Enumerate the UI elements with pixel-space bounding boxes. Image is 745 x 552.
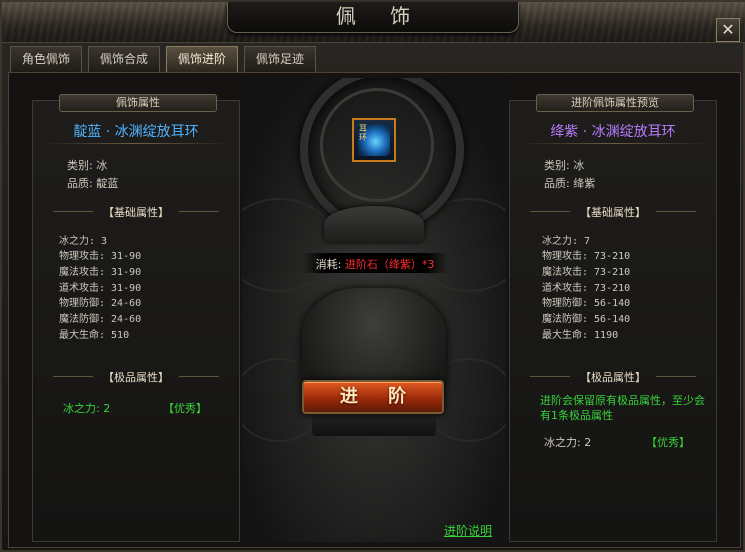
extreme-attr-header: 【极品属性】 xyxy=(33,369,239,385)
extreme-attr-header: 【极品属性】 xyxy=(510,369,716,385)
item-type: 类别: 冰 xyxy=(544,159,585,172)
cost-label: 消耗: xyxy=(315,258,342,271)
tab-accessory-footprint[interactable]: 佩饰足迹 xyxy=(244,46,316,72)
advanced-accessory-panel: 进阶佩饰属性预览 绛紫 · 冰渊绽放耳环 类别: 冰 品质: 绛紫 【基础属性】… xyxy=(509,94,717,542)
dragon-carving-left xyxy=(242,198,336,292)
urn-lid xyxy=(324,206,424,242)
item-slot[interactable]: 耳环 xyxy=(352,118,396,162)
tab-character-accessory[interactable]: 角色佩饰 xyxy=(10,46,82,72)
close-button[interactable]: ✕ xyxy=(716,18,740,42)
advance-button[interactable]: 进 阶 xyxy=(302,380,444,414)
basic-attr-header: 【基础属性】 xyxy=(33,204,239,220)
accessory-window: 佩 饰 ✕ 角色佩饰 佩饰合成 佩饰进阶 佩饰足迹 耳环 消耗: 进阶石（绛紫）… xyxy=(0,0,745,552)
item-quality: 品质: 绛紫 xyxy=(544,177,596,190)
item-type: 类别: 冰 xyxy=(67,159,108,172)
basic-attr-row: 冰之力: 7 xyxy=(542,236,591,247)
extreme-attr: 冰之力: 2 xyxy=(544,436,592,449)
basic-attr-row: 道术攻击: 73-210 xyxy=(542,283,631,294)
basic-attr-row: 魔法防御: 24-60 xyxy=(59,314,142,325)
item-icon-text: 耳环 xyxy=(359,124,367,142)
basic-attr-row: 道术攻击: 31-90 xyxy=(59,283,142,294)
basic-attr-row: 最大生命: 1190 xyxy=(542,330,619,341)
title-bar: 佩 饰 xyxy=(2,2,745,43)
current-accessory-panel: 佩饰属性 靛蓝 · 冰渊绽放耳环 类别: 冰 品质: 靛蓝 【基础属性】 冰之力… xyxy=(32,94,240,542)
extreme-retain-note: 进阶会保留原有极品属性，至少会有1条极品属性 xyxy=(540,394,705,422)
tab-accessory-advance[interactable]: 佩饰进阶 xyxy=(166,46,238,72)
basic-attr-header: 【基础属性】 xyxy=(510,204,716,220)
cost-text: 消耗: 进阶石（绛紫）*3 xyxy=(302,256,448,272)
title-plate: 佩 饰 xyxy=(227,2,519,33)
advance-help-link[interactable]: 进阶说明 xyxy=(444,522,492,539)
basic-attr-row: 最大生命: 510 xyxy=(59,330,130,341)
tab-accessory-synthesis[interactable]: 佩饰合成 xyxy=(88,46,160,72)
item-name: 靛蓝 · 冰渊绽放耳环 xyxy=(73,124,199,140)
cost-value: 进阶石（绛紫）*3 xyxy=(344,258,435,271)
basic-attr-row: 魔法防御: 56-140 xyxy=(542,314,631,325)
advance-altar: 耳环 xyxy=(242,78,506,542)
panel-header: 佩饰属性 xyxy=(59,94,217,112)
panel-header: 进阶佩饰属性预览 xyxy=(536,94,694,112)
basic-attr-row: 魔法攻击: 73-210 xyxy=(542,267,631,278)
basic-attr-row: 魔法攻击: 31-90 xyxy=(59,267,142,278)
extreme-rank: 【优秀】 xyxy=(646,436,690,449)
divider xyxy=(43,143,231,144)
item-name: 绛紫 · 冰渊绽放耳环 xyxy=(550,124,676,140)
item-quality: 品质: 靛蓝 xyxy=(67,177,119,190)
window-title: 佩 饰 xyxy=(335,4,425,28)
basic-attr-row: 冰之力: 3 xyxy=(59,236,108,247)
extreme-rank: 【优秀】 xyxy=(163,402,207,415)
basic-attr-row: 物理攻击: 73-210 xyxy=(542,251,631,262)
extreme-attr: 冰之力: 2 xyxy=(63,402,111,415)
divider xyxy=(520,143,708,144)
basic-attr-row: 物理攻击: 31-90 xyxy=(59,251,142,262)
basic-attr-row: 物理防御: 56-140 xyxy=(542,298,631,309)
basic-attr-row: 物理防御: 24-60 xyxy=(59,298,142,309)
